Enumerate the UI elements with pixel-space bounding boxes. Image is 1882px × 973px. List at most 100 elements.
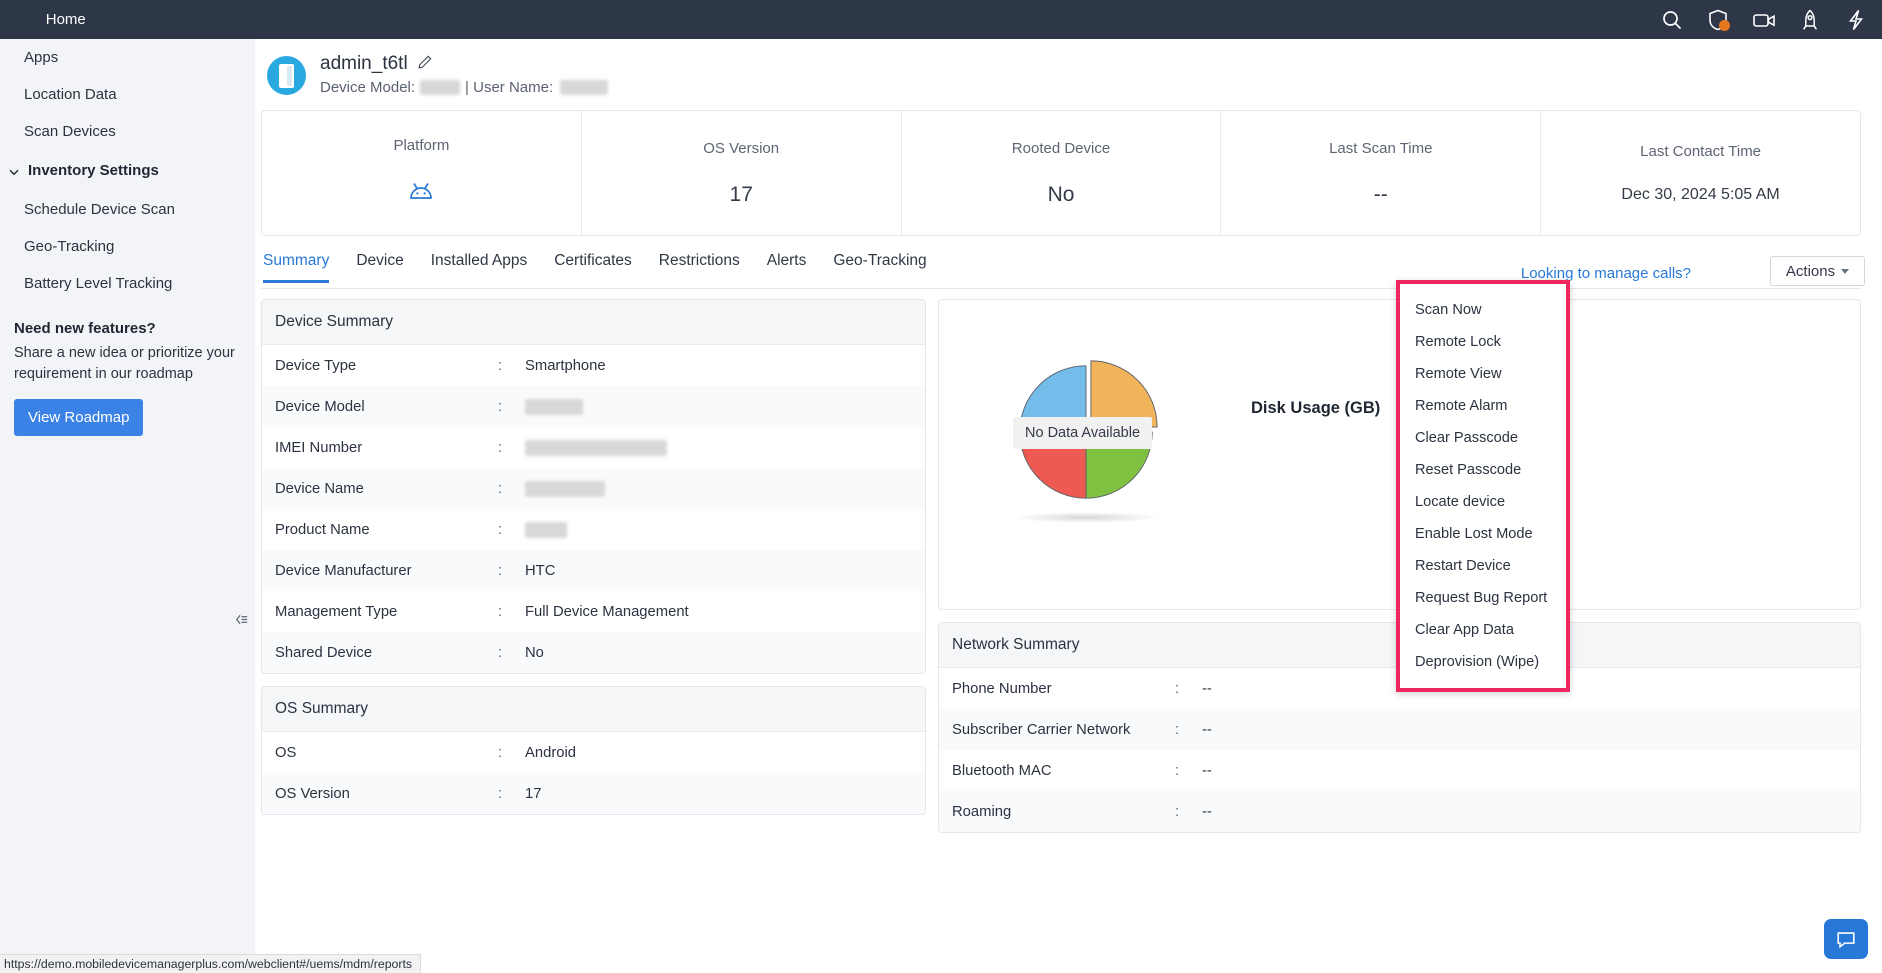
redacted-value	[525, 522, 567, 538]
sidebar-item-battery-level-tracking[interactable]: Battery Level Tracking	[0, 265, 255, 302]
row-key: Subscriber Carrier Network	[939, 722, 1175, 738]
device-subtitle-separator: | User Name:	[465, 79, 553, 96]
menu-item-remote-alarm[interactable]: Remote Alarm	[1400, 390, 1566, 422]
row-key: Device Type	[262, 358, 498, 374]
menu-item-restart-device[interactable]: Restart Device	[1400, 550, 1566, 582]
row-key: OS Version	[262, 786, 498, 802]
user-name-value-redacted	[560, 80, 608, 95]
menu-item-request-bug-report[interactable]: Request Bug Report	[1400, 582, 1566, 614]
row-colon: :	[1175, 722, 1202, 738]
row-value	[525, 398, 583, 414]
menu-item-scan-now[interactable]: Scan Now	[1400, 294, 1566, 326]
row-key: Shared Device	[262, 645, 498, 661]
rocket-icon[interactable]	[1798, 8, 1822, 32]
nav-item-home[interactable]: Home	[0, 0, 132, 39]
page-title: admin_t6tl	[320, 53, 408, 75]
pie-shadow	[1011, 512, 1161, 523]
stat-cell-last-contact-time: Last Contact Time Dec 30, 2024 5:05 AM	[1541, 111, 1860, 235]
sidebar-item-schedule-device-scan[interactable]: Schedule Device Scan	[0, 191, 255, 228]
row-value: --	[1202, 722, 1212, 738]
menu-item-enable-lost-mode[interactable]: Enable Lost Mode	[1400, 518, 1566, 550]
sidebar-primary-links: AppsLocation DataScan Devices	[0, 39, 255, 150]
row-key: OS	[262, 745, 498, 761]
roadmap-title: Need new features?	[14, 320, 237, 337]
row-key: Device Model	[262, 399, 498, 415]
redacted-value	[525, 399, 583, 415]
redacted-value	[525, 481, 605, 497]
sidebar-item-apps[interactable]: Apps	[0, 39, 255, 76]
view-roadmap-button[interactable]: View Roadmap	[14, 399, 143, 436]
row-colon: :	[1175, 681, 1202, 697]
network-summary-rows: Phone Number:--Subscriber Carrier Networ…	[939, 668, 1860, 832]
os-summary-title: OS Summary	[262, 687, 925, 732]
search-icon[interactable]	[1660, 8, 1684, 32]
sidebar-item-geo-tracking[interactable]: Geo-Tracking	[0, 228, 255, 265]
table-row: Bluetooth MAC:--	[939, 750, 1860, 791]
row-colon: :	[498, 522, 525, 538]
row-colon: :	[498, 563, 525, 579]
row-value: Full Device Management	[525, 604, 689, 620]
menu-item-remote-view[interactable]: Remote View	[1400, 358, 1566, 390]
tab-certificates[interactable]: Certificates	[554, 252, 632, 283]
menu-item-clear-app-data[interactable]: Clear App Data	[1400, 614, 1566, 646]
menu-item-deprovision-wipe[interactable]: Deprovision (Wipe)	[1400, 646, 1566, 678]
row-colon: :	[1175, 804, 1202, 820]
table-row: Roaming:--	[939, 791, 1860, 832]
row-value	[525, 480, 605, 496]
redacted-value	[525, 440, 667, 456]
sidebar-group-inventory-settings[interactable]: Inventory Settings	[0, 150, 255, 191]
tab-bar: Summary Device Installed Apps Certificates R…	[261, 252, 1861, 289]
menu-item-clear-passcode[interactable]: Clear Passcode	[1400, 422, 1566, 454]
stat-label: OS Version	[703, 140, 779, 157]
menu-item-reset-passcode[interactable]: Reset Passcode	[1400, 454, 1566, 486]
menu-item-locate-device[interactable]: Locate device	[1400, 486, 1566, 518]
left-column: Device Summary Device Type:SmartphoneDev…	[261, 299, 926, 833]
row-colon: :	[498, 745, 525, 761]
tab-geo-tracking[interactable]: Geo-Tracking	[833, 252, 926, 283]
tab-restrictions[interactable]: Restrictions	[659, 252, 740, 283]
row-value: No	[525, 645, 544, 661]
tab-device[interactable]: Device	[356, 252, 403, 283]
stat-value: --	[1374, 183, 1388, 207]
chat-icon[interactable]	[1824, 919, 1868, 959]
menu-item-remote-lock[interactable]: Remote Lock	[1400, 326, 1566, 358]
tab-installed-apps[interactable]: Installed Apps	[431, 252, 528, 283]
table-row: Device Model:	[262, 386, 925, 427]
sidebar-item-location-data[interactable]: Location Data	[0, 76, 255, 113]
shield-icon[interactable]	[1706, 8, 1730, 32]
actions-button[interactable]: Actions	[1770, 256, 1865, 286]
table-row: Device Type:Smartphone	[262, 345, 925, 386]
chevron-down-icon	[1841, 269, 1849, 274]
tab-summary[interactable]: Summary	[263, 252, 329, 283]
pencil-icon[interactable]	[417, 54, 433, 75]
device-summary-title: Device Summary	[262, 300, 925, 345]
row-value: Smartphone	[525, 358, 606, 374]
stat-label: Platform	[393, 137, 449, 154]
stat-value: Dec 30, 2024 5:05 AM	[1621, 186, 1779, 204]
sidebar-settings-links: Schedule Device ScanGeo-TrackingBattery …	[0, 191, 255, 302]
roadmap-desc-line1: Share a new idea or prioritize your	[14, 343, 237, 364]
lightning-icon[interactable]	[1844, 8, 1868, 32]
row-colon: :	[498, 440, 525, 456]
video-icon[interactable]	[1752, 8, 1776, 32]
sidebar: AppsLocation DataScan Devices Inventory …	[0, 39, 255, 973]
stat-label: Last Scan Time	[1329, 140, 1432, 157]
device-stats-strip: PlatformOS Version17Rooted DeviceNoLast …	[261, 110, 1861, 236]
summary-columns: Device Summary Device Type:SmartphoneDev…	[261, 299, 1861, 833]
row-key: Device Name	[262, 481, 498, 497]
stat-label: Rooted Device	[1012, 140, 1110, 157]
top-nav-items: HomeDevice MgmtInventoryEnrollmentReport…	[0, 0, 132, 39]
device-avatar-icon	[267, 56, 306, 95]
device-subtitle: Device Model: | User Name:	[320, 79, 608, 96]
stat-label: Last Contact Time	[1640, 143, 1761, 160]
row-colon: :	[498, 645, 525, 661]
roadmap-desc-line2: requirement in our roadmap	[14, 364, 237, 385]
tab-alerts[interactable]: Alerts	[767, 252, 807, 283]
stat-cell-platform: Platform	[262, 111, 582, 235]
sidebar-item-scan-devices[interactable]: Scan Devices	[0, 113, 255, 150]
collapse-left-icon[interactable]	[229, 601, 253, 637]
table-row: Subscriber Carrier Network:--	[939, 709, 1860, 750]
row-colon: :	[498, 481, 525, 497]
table-row: OS:Android	[262, 732, 925, 773]
row-colon: :	[1175, 763, 1202, 779]
